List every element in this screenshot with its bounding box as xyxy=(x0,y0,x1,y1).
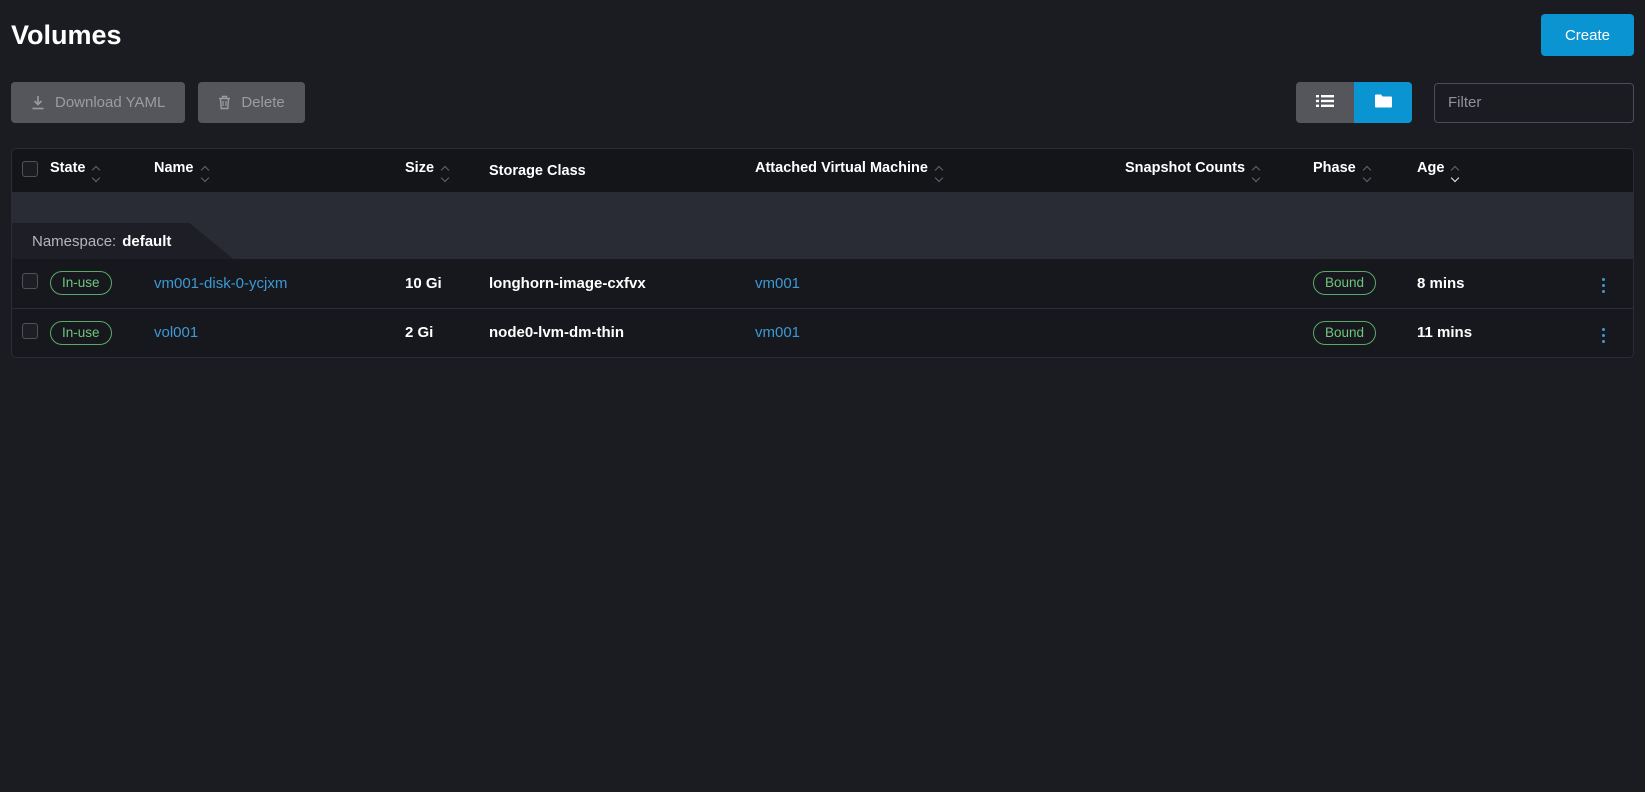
storage-class-cell: node0-lvm-dm-thin xyxy=(489,308,755,357)
create-button[interactable]: Create xyxy=(1541,14,1634,56)
name-cell: vol001 xyxy=(154,308,405,357)
volumes-table: State Name Size Storage Class Attached V… xyxy=(11,148,1634,358)
phase-cell: Bound xyxy=(1313,308,1417,357)
table-row: In-use vm001-disk-0-ycjxm 10 Gi longhorn… xyxy=(12,259,1633,308)
size-cell: 10 Gi xyxy=(405,259,489,308)
page-title: Volumes xyxy=(11,20,122,51)
column-header-state[interactable]: State xyxy=(50,149,154,192)
phase-cell: Bound xyxy=(1313,259,1417,308)
sort-icon xyxy=(1253,167,1259,181)
row-menu-button[interactable] xyxy=(1598,274,1609,297)
storage-class-cell: longhorn-image-cxfvx xyxy=(489,259,755,308)
namespace-label: Namespace: xyxy=(32,233,116,250)
row-select-cell xyxy=(12,308,50,357)
column-header-attached-vm[interactable]: Attached Virtual Machine xyxy=(755,149,1125,192)
download-icon xyxy=(31,95,45,110)
sort-icon xyxy=(1364,167,1370,181)
state-cell: In-use xyxy=(50,259,154,308)
row-checkbox[interactable] xyxy=(22,323,38,339)
list-view-button[interactable] xyxy=(1296,82,1354,123)
sort-icon-active xyxy=(1452,167,1458,181)
row-actions-cell xyxy=(1537,259,1633,308)
age-cell: 11 mins xyxy=(1417,308,1537,357)
sort-icon xyxy=(936,167,942,181)
age-cell: 8 mins xyxy=(1417,259,1537,308)
state-badge: In-use xyxy=(50,271,112,295)
namespace-value: default xyxy=(122,233,171,250)
attached-vm-cell: vm001 xyxy=(755,259,1125,308)
column-header-storage-class: Storage Class xyxy=(489,149,755,192)
namespace-group-band: Namespace: default xyxy=(12,192,1633,259)
attached-vm-link[interactable]: vm001 xyxy=(755,324,800,341)
column-header-age[interactable]: Age xyxy=(1417,149,1537,192)
column-header-phase[interactable]: Phase xyxy=(1313,149,1417,192)
attached-vm-cell: vm001 xyxy=(755,308,1125,357)
filter-input[interactable] xyxy=(1434,83,1634,123)
namespace-group-tab: Namespace: default xyxy=(12,223,233,259)
download-yaml-label: Download YAML xyxy=(55,94,165,111)
state-cell: In-use xyxy=(50,308,154,357)
column-header-snapshot-counts[interactable]: Snapshot Counts xyxy=(1125,149,1313,192)
grouped-view-button[interactable] xyxy=(1354,82,1412,123)
volumes-page: Volumes Create Download YAML xyxy=(0,13,1645,358)
folder-icon xyxy=(1375,94,1392,111)
select-all-checkbox[interactable] xyxy=(22,161,38,177)
phase-badge: Bound xyxy=(1313,271,1376,295)
size-cell: 2 Gi xyxy=(405,308,489,357)
phase-badge: Bound xyxy=(1313,321,1376,345)
volume-name-link[interactable]: vm001-disk-0-ycjxm xyxy=(154,275,287,292)
action-bar: Download YAML Delete xyxy=(11,82,1634,123)
sort-icon xyxy=(202,167,208,181)
state-badge: In-use xyxy=(50,321,112,345)
row-select-cell xyxy=(12,259,50,308)
delete-button[interactable]: Delete xyxy=(198,82,304,123)
sort-icon xyxy=(442,167,448,181)
attached-vm-link[interactable]: vm001 xyxy=(755,275,800,292)
row-checkbox[interactable] xyxy=(22,273,38,289)
snapshot-counts-cell xyxy=(1125,308,1313,357)
select-all-cell xyxy=(12,149,50,192)
column-header-name[interactable]: Name xyxy=(154,149,405,192)
column-header-actions xyxy=(1537,149,1633,192)
column-header-size[interactable]: Size xyxy=(405,149,489,192)
delete-label: Delete xyxy=(241,94,284,111)
table-header-row: State Name Size Storage Class Attached V… xyxy=(12,149,1633,192)
download-yaml-button[interactable]: Download YAML xyxy=(11,82,185,123)
title-bar: Volumes Create xyxy=(11,13,1634,57)
trash-icon xyxy=(218,95,231,110)
volume-name-link[interactable]: vol001 xyxy=(154,324,198,341)
table-row: In-use vol001 2 Gi node0-lvm-dm-thin vm0… xyxy=(12,308,1633,357)
name-cell: vm001-disk-0-ycjxm xyxy=(154,259,405,308)
row-actions-cell xyxy=(1537,308,1633,357)
view-toggle-group xyxy=(1296,82,1412,123)
snapshot-counts-cell xyxy=(1125,259,1313,308)
list-icon xyxy=(1316,94,1334,111)
row-menu-button[interactable] xyxy=(1598,324,1609,347)
namespace-group-row: Namespace: default xyxy=(12,192,1633,259)
sort-icon xyxy=(93,167,99,181)
